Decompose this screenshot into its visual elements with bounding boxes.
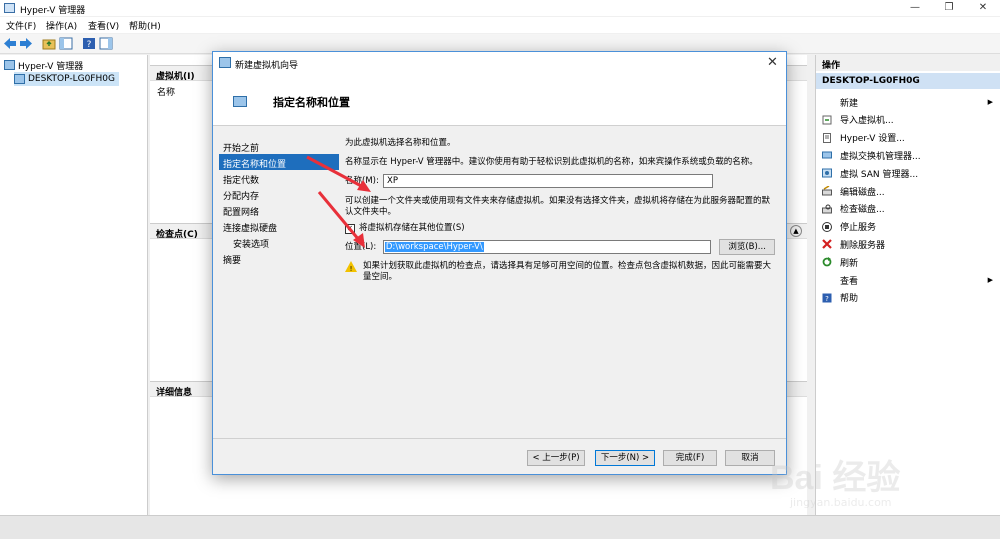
up-folder-icon[interactable] — [42, 37, 56, 50]
collapse-checkpoints-icon[interactable]: ▲ — [790, 225, 802, 237]
action-item-10[interactable]: 查看 ▶ — [816, 271, 1000, 289]
delete-icon — [822, 239, 832, 250]
svg-text:?: ? — [87, 40, 92, 50]
san-icon — [822, 168, 832, 178]
arrow-to-name-field — [306, 155, 366, 190]
action-label: 新建 — [840, 98, 859, 109]
import-icon — [822, 115, 832, 125]
wizard-icon — [219, 57, 231, 68]
action-item-11[interactable]: ? 帮助 — [816, 289, 1000, 307]
footer-divider — [213, 438, 786, 439]
action-item-3[interactable]: 虚拟交换机管理器... — [816, 146, 1000, 164]
forward-icon[interactable] — [19, 37, 33, 50]
watermark-url: jingyan.baidu.com — [790, 496, 892, 509]
action-label: 删除服务器 — [840, 240, 886, 251]
server-icon — [14, 74, 25, 84]
inspect-disk-icon — [822, 204, 832, 214]
action-label: 虚拟交换机管理器... — [840, 151, 921, 162]
watermark: Bai 经验 jingyan.baidu.com — [770, 440, 980, 520]
hyperv-manager-icon — [4, 60, 15, 70]
actions-header: 操作 — [816, 55, 1000, 71]
navigation-tree: Hyper-V 管理器 DESKTOP-LG0FH0G — [0, 55, 148, 515]
annotation-arrows — [306, 155, 371, 248]
tree-host-label: DESKTOP-LG0FH0G — [28, 74, 115, 84]
next-button[interactable]: 下一步(N) > — [595, 450, 655, 466]
action-label: 检查磁盘... — [840, 205, 885, 216]
stop-icon — [822, 221, 832, 232]
arrow-to-location-field — [317, 191, 361, 241]
action-label: 虚拟 SAN 管理器... — [840, 169, 919, 180]
watermark-brand: Bai 经验 — [770, 459, 901, 497]
edit-disk-icon — [822, 186, 832, 196]
action-item-4[interactable]: 虚拟 SAN 管理器... — [816, 164, 1000, 182]
hyperv-manager-window: Hyper-V 管理器 — ❐ ✕ 文件(F) 操作(A) 查看(V) 帮助(H… — [0, 0, 1000, 539]
submenu-arrow-icon: ▶ — [987, 276, 993, 284]
minimize-icon[interactable]: — — [898, 0, 932, 16]
svg-text:!: ! — [350, 265, 353, 272]
tree-host-item[interactable]: DESKTOP-LG0FH0G — [14, 72, 119, 86]
action-label: 停止服务 — [840, 223, 877, 234]
window-title: Hyper-V 管理器 — [20, 6, 86, 16]
action-item-2[interactable]: Hyper-V 设置... — [816, 129, 1000, 147]
submenu-arrow-icon: ▶ — [987, 98, 993, 106]
tree-root[interactable]: Hyper-V 管理器 — [4, 58, 83, 72]
menu-bar: 文件(F) 操作(A) 查看(V) 帮助(H) — [0, 17, 1000, 33]
dialog-close-icon[interactable]: ✕ — [767, 55, 778, 70]
menu-help[interactable]: 帮助(H) — [129, 19, 161, 32]
action-item-9[interactable]: 刷新 — [816, 253, 1000, 271]
cancel-button[interactable]: 取消 — [725, 450, 775, 466]
action-label: 刷新 — [840, 258, 859, 269]
action-pane-icon[interactable] — [99, 37, 113, 50]
action-item-7[interactable]: 停止服务 — [816, 218, 1000, 236]
restore-icon[interactable]: ❐ — [932, 0, 966, 16]
vm-column-name[interactable]: 名称 — [157, 85, 175, 98]
action-label: Hyper-V 设置... — [840, 134, 905, 145]
vm-header-icon — [233, 96, 247, 107]
svg-text:?: ? — [825, 295, 829, 303]
action-item-1[interactable]: 导入虚拟机... — [816, 111, 1000, 129]
action-label: 编辑磁盘... — [840, 187, 885, 198]
prev-button[interactable]: < 上一步(P) — [527, 450, 585, 466]
close-window-icon[interactable]: ✕ — [966, 0, 1000, 16]
actions-host-header[interactable]: DESKTOP-LG0FH0G — [816, 73, 1000, 89]
warning-text: 如果计划获取此虚拟机的检查点，请选择具有足够可用空间的位置。检查点包含虚拟机数据… — [363, 261, 772, 282]
new-vm-wizard-dialog: 新建虚拟机向导 ✕ 指定名称和位置 开始之前 指定名称和位置 指定代数 分配内存 配置网… — [212, 51, 787, 475]
tree-root-label: Hyper-V 管理器 — [18, 61, 84, 72]
menu-action[interactable]: 操作(A) — [46, 19, 77, 32]
action-item-8[interactable]: 删除服务器 — [816, 235, 1000, 253]
dialog-title: 新建虚拟机向导 — [235, 61, 299, 71]
warning-icon: ! — [345, 261, 357, 272]
hyperv-app-icon — [4, 3, 15, 13]
action-item-6[interactable]: 检查磁盘... — [816, 200, 1000, 218]
blank-icon — [822, 97, 832, 107]
dialog-header: 指定名称和位置 — [213, 74, 786, 126]
finish-button[interactable]: 完成(F) — [663, 450, 717, 466]
help-icon[interactable]: ? — [82, 37, 96, 50]
dialog-heading: 指定名称和位置 — [273, 96, 350, 109]
back-icon[interactable] — [3, 37, 17, 50]
intro-text: 为此虚拟机选择名称和位置。 — [345, 138, 456, 148]
action-label: 帮助 — [840, 294, 859, 305]
show-hide-tree-icon[interactable] — [59, 37, 73, 50]
menu-file[interactable]: 文件(F) — [6, 19, 36, 32]
help-icon: ? — [822, 293, 832, 303]
action-item-5[interactable]: 编辑磁盘... — [816, 182, 1000, 200]
action-label: 导入虚拟机... — [840, 116, 894, 127]
blank-icon — [822, 275, 832, 285]
dialog-title-bar: 新建虚拟机向导 ✕ — [213, 52, 786, 74]
action-label: 查看 — [840, 276, 859, 287]
switch-icon — [822, 151, 832, 159]
settings-page-icon — [823, 132, 831, 143]
browse-button[interactable]: 浏览(B)... — [719, 239, 775, 255]
menu-view[interactable]: 查看(V) — [88, 19, 119, 32]
refresh-icon — [822, 257, 832, 267]
title-bar: Hyper-V 管理器 — ❐ ✕ — [0, 0, 1000, 16]
action-item-0[interactable]: 新建 ▶ — [816, 93, 1000, 111]
